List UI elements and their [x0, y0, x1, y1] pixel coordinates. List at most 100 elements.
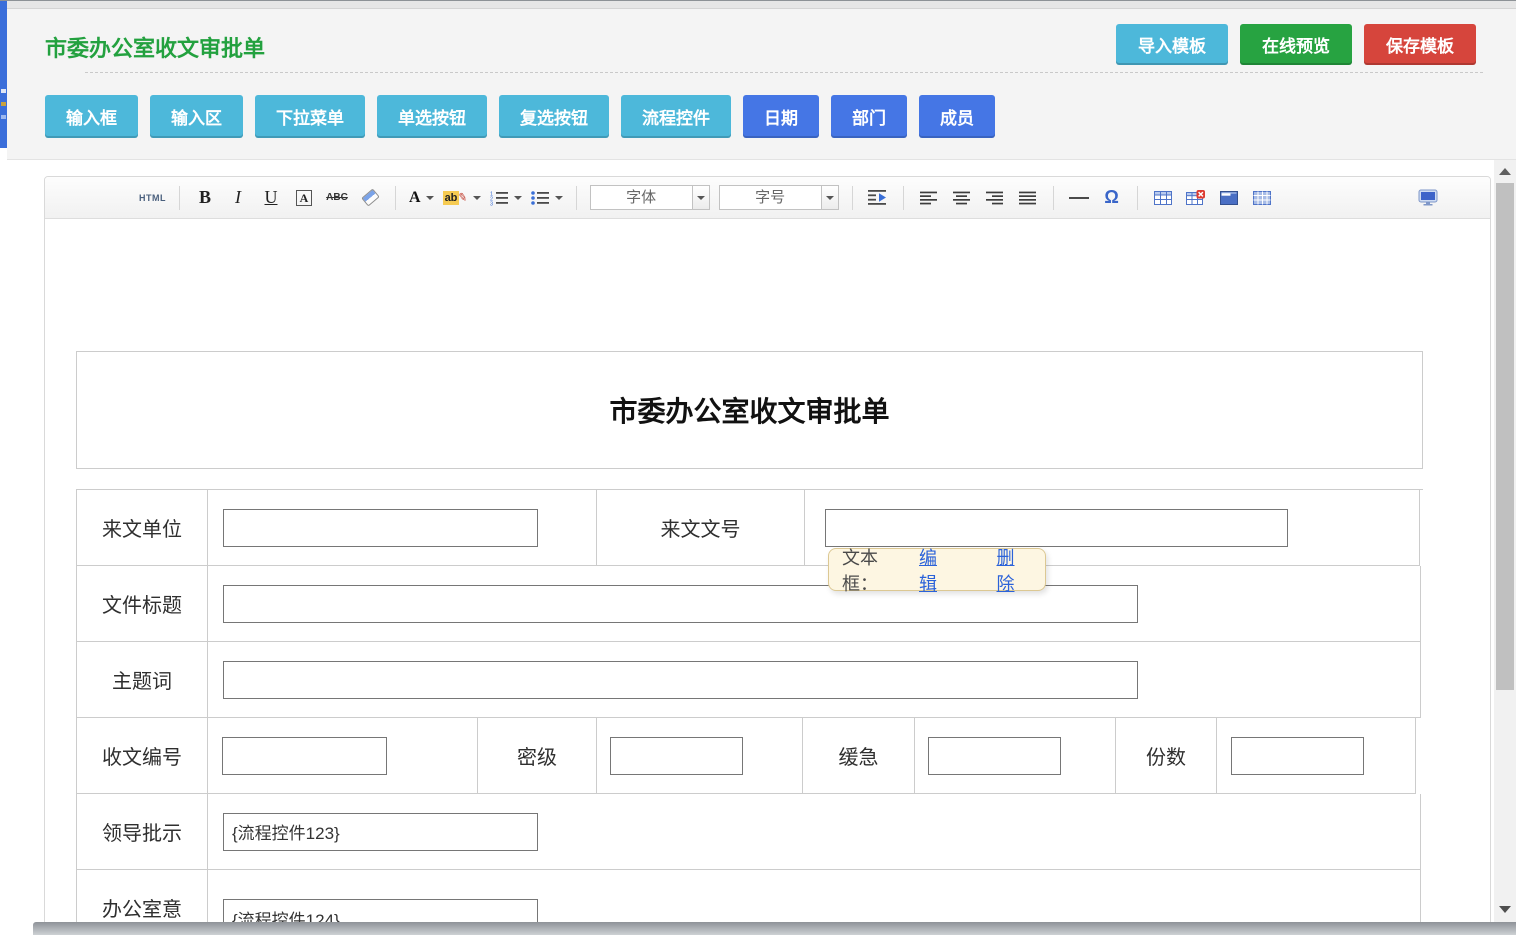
form-row-doc-title: 文件标题 [76, 566, 1423, 642]
form-row-subject: 主题词 [76, 642, 1423, 718]
add-member-button[interactable]: 成员 [919, 95, 995, 138]
unordered-list-button[interactable] [531, 184, 563, 212]
vertical-scrollbar[interactable] [1494, 160, 1516, 935]
scroll-down-arrow-icon[interactable] [1499, 906, 1511, 913]
delete-table-button[interactable] [1184, 184, 1208, 212]
horizontal-rule-button[interactable] [1067, 184, 1091, 212]
fullscreen-button[interactable] [1416, 184, 1440, 212]
eraser-icon [361, 188, 380, 206]
left-strip-mark [1, 89, 6, 93]
component-toolbar: 输入框 输入区 下拉菜单 单选按钮 复选按钮 流程控件 日期 部门 成员 [45, 95, 995, 138]
source-unit-input[interactable] [223, 509, 538, 547]
chevron-down-icon [426, 196, 434, 200]
online-preview-button[interactable]: 在线预览 [1240, 24, 1352, 65]
toolbar-separator [576, 186, 577, 210]
left-strip-mark [1, 102, 6, 106]
special-char-button[interactable]: Ω [1100, 184, 1124, 212]
header-actions: 导入模板 在线预览 保存模板 [1116, 24, 1476, 65]
toolbar-separator [1137, 186, 1138, 210]
align-justify-icon [1019, 191, 1037, 205]
chevron-down-icon [697, 196, 705, 200]
underline-button[interactable]: U [259, 184, 283, 212]
add-flow-control-button[interactable]: 流程控件 [621, 95, 731, 138]
cell-properties-button[interactable] [1250, 184, 1274, 212]
insert-table-button[interactable] [1151, 184, 1175, 212]
source-unit-label: 来文单位 [102, 513, 182, 542]
editor-content[interactable]: 市委办公室收文审批单 来文单位 来文文号 文件标题 主题词 [45, 219, 1490, 935]
toolbar-separator [903, 186, 904, 210]
table-properties-icon [1220, 190, 1238, 206]
secrecy-input[interactable] [610, 737, 743, 775]
toolbar-separator [179, 186, 180, 210]
subject-input[interactable] [223, 661, 1138, 699]
italic-icon: I [235, 187, 241, 208]
form-title: 市委办公室收文审批单 [609, 390, 889, 430]
leader-note-input[interactable] [223, 813, 538, 851]
strikethrough-button[interactable]: ABC [325, 184, 349, 212]
urgency-label: 缓急 [839, 741, 879, 770]
remove-format-button[interactable] [358, 184, 382, 212]
richtext-editor-panel: HTML B I U A ABC A ab✎ 123 字体 [44, 176, 1491, 935]
tooltip-edit-link[interactable]: 编辑 [919, 544, 955, 596]
font-color-icon: A [409, 189, 421, 207]
ordered-list-button[interactable]: 123 [490, 184, 522, 212]
align-left-button[interactable] [917, 184, 941, 212]
secrecy-label: 密级 [517, 741, 557, 770]
horizontal-scrollbar[interactable] [33, 922, 1516, 935]
left-strip-mark [1, 115, 6, 119]
copies-input[interactable] [1231, 737, 1364, 775]
left-edge-strip [0, 1, 7, 148]
align-justify-button[interactable] [1016, 184, 1040, 212]
doc-title-label: 文件标题 [102, 589, 182, 618]
align-center-button[interactable] [950, 184, 974, 212]
tooltip-delete-link[interactable]: 删除 [997, 544, 1033, 596]
monitor-icon [1418, 189, 1438, 206]
strikethrough-icon: ABC [326, 192, 348, 203]
field-tooltip: 文本框： 编辑 删除 [828, 548, 1046, 591]
editor-toolbar: HTML B I U A ABC A ab✎ 123 字体 [45, 177, 1490, 219]
form-row-receipt: 收文编号 密级 缓急 份数 [76, 718, 1423, 794]
font-family-dropdown-button[interactable] [692, 186, 709, 209]
add-textarea-button[interactable]: 输入区 [150, 95, 243, 138]
copies-label: 份数 [1146, 741, 1186, 770]
tooltip-label: 文本框： [842, 544, 913, 596]
add-input-button[interactable]: 输入框 [45, 95, 138, 138]
vertical-scrollbar-thumb[interactable] [1496, 183, 1514, 690]
receipt-number-label: 收文编号 [102, 741, 182, 770]
source-code-button[interactable]: HTML [139, 184, 166, 212]
ordered-list-icon: 123 [490, 190, 509, 206]
leader-note-label: 领导批示 [102, 817, 182, 846]
form-row-source: 来文单位 来文文号 [76, 490, 1423, 566]
pencil-icon: ✎ [457, 190, 468, 204]
add-dropdown-button[interactable]: 下拉菜单 [255, 95, 365, 138]
italic-button[interactable]: I [226, 184, 250, 212]
doc-number-input[interactable] [825, 509, 1288, 547]
add-date-button[interactable]: 日期 [743, 95, 819, 138]
font-family-select[interactable]: 字体 [590, 185, 710, 210]
font-size-select[interactable]: 字号 [719, 185, 839, 210]
urgency-input[interactable] [928, 737, 1061, 775]
add-checkbox-button[interactable]: 复选按钮 [499, 95, 609, 138]
add-radio-button[interactable]: 单选按钮 [377, 95, 487, 138]
save-template-button[interactable]: 保存模板 [1364, 24, 1476, 65]
toolbar-separator [852, 186, 853, 210]
form-title-box: 市委办公室收文审批单 [76, 351, 1423, 469]
table-properties-button[interactable] [1217, 184, 1241, 212]
align-left-icon [920, 191, 938, 205]
unordered-list-icon [531, 190, 550, 206]
import-template-button[interactable]: 导入模板 [1116, 24, 1228, 65]
font-color-button[interactable]: A [409, 184, 434, 212]
scroll-up-arrow-icon[interactable] [1499, 168, 1511, 175]
highlight-color-button[interactable]: ab✎ [443, 184, 481, 212]
receipt-number-input[interactable] [222, 737, 387, 775]
window-top-edge [0, 0, 1516, 9]
font-size-box-button[interactable]: A [292, 184, 316, 212]
align-right-button[interactable] [983, 184, 1007, 212]
chevron-down-icon [473, 196, 481, 200]
align-center-icon [953, 191, 971, 205]
bold-button[interactable]: B [193, 184, 217, 212]
omega-icon: Ω [1104, 187, 1118, 208]
font-size-dropdown-button[interactable] [821, 186, 838, 209]
indent-button[interactable] [866, 184, 890, 212]
add-department-button[interactable]: 部门 [831, 95, 907, 138]
